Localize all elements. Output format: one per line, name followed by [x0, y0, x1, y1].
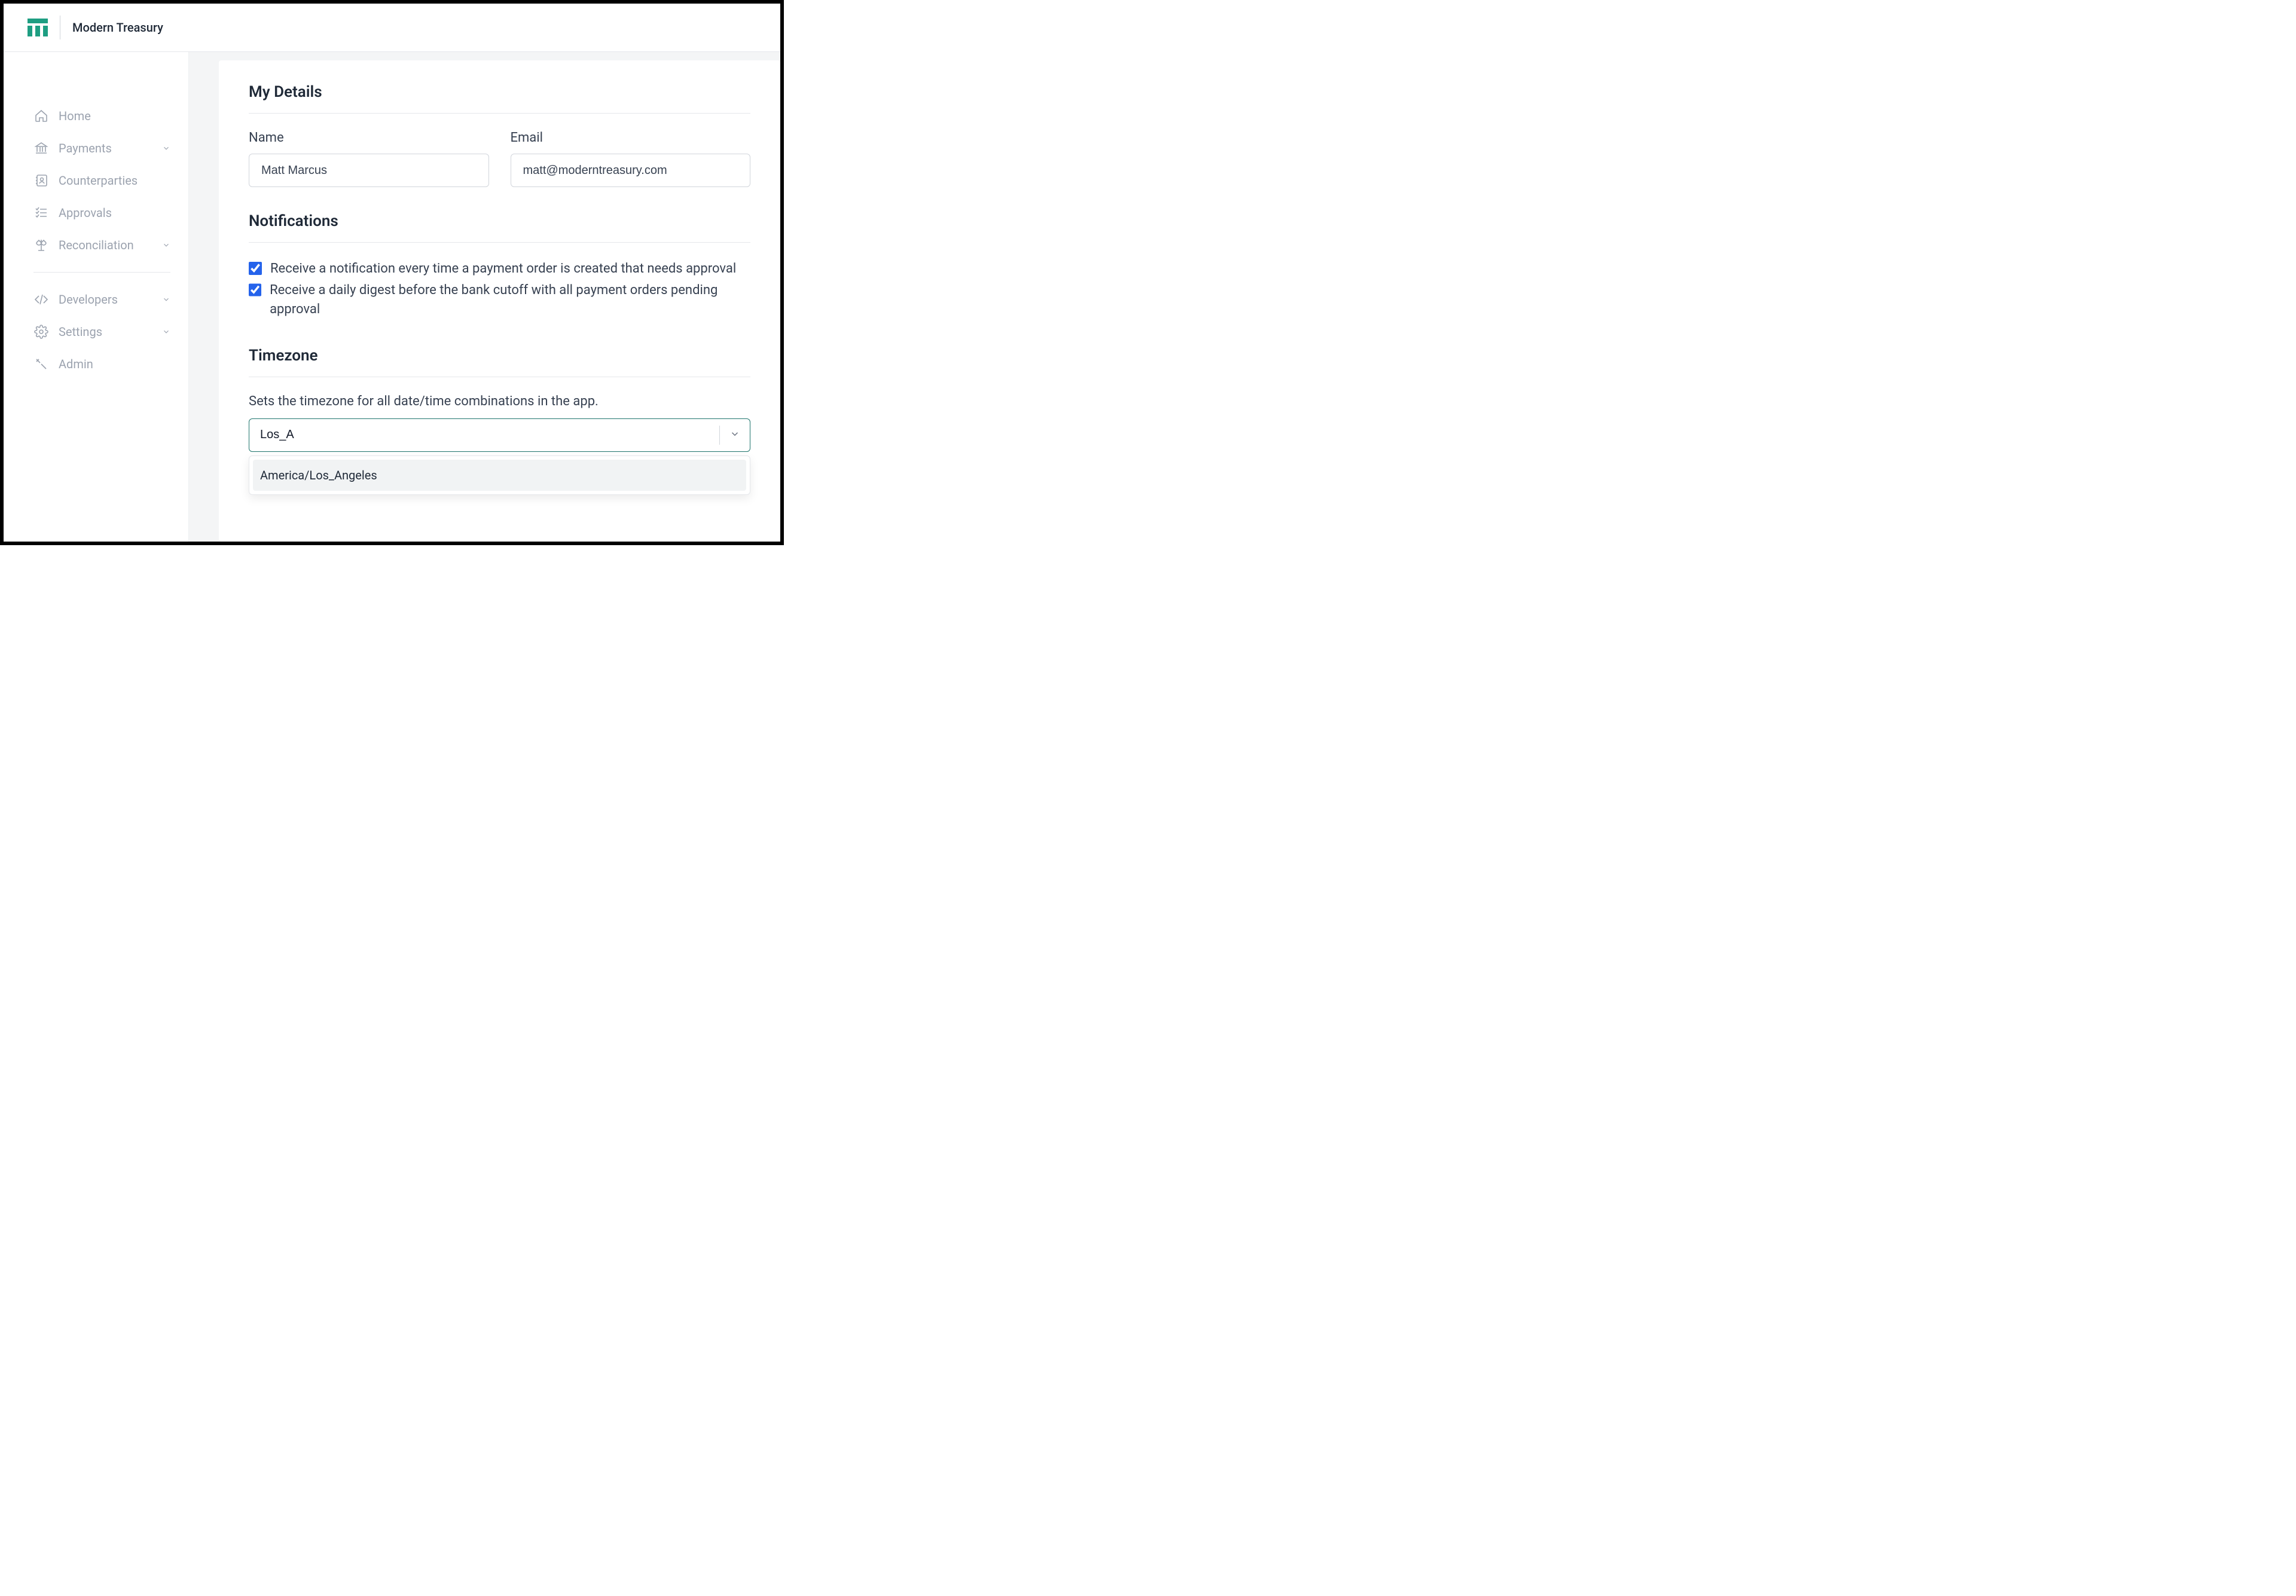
sidebar-item-home[interactable]: Home	[33, 100, 170, 132]
checklist-icon	[33, 205, 49, 221]
sidebar-item-label: Approvals	[59, 206, 112, 220]
brand-name: Modern Treasury	[72, 20, 163, 35]
scales-icon	[33, 237, 49, 253]
logo-icon	[28, 19, 48, 36]
chevron-down-icon	[729, 429, 740, 442]
sidebar-item-label: Home	[59, 109, 91, 123]
chevron-down-icon	[162, 292, 170, 307]
screwdriver-icon	[33, 356, 49, 372]
email-label: Email	[511, 130, 751, 145]
topbar: Modern Treasury	[4, 4, 780, 52]
contacts-icon	[33, 173, 49, 188]
notification-checkbox-1[interactable]	[249, 262, 262, 275]
section-rule	[249, 113, 750, 114]
notification-label-2: Receive a daily digest before the bank c…	[270, 281, 750, 319]
email-field-group: Email	[511, 130, 751, 187]
gear-icon	[33, 324, 49, 340]
brand: Modern Treasury	[28, 16, 163, 39]
timezone-input-wrap	[249, 418, 750, 452]
name-input[interactable]	[249, 154, 489, 187]
section-title-my-details: My Details	[249, 83, 750, 101]
section-rule	[249, 242, 750, 243]
notification-checkbox-2[interactable]	[249, 283, 261, 296]
sidebar-item-label: Payments	[59, 141, 112, 155]
sidebar-item-payments[interactable]: Payments	[33, 132, 170, 164]
chevron-down-icon	[162, 141, 170, 155]
details-form-row: Name Email	[249, 130, 750, 187]
sidebar-separator	[33, 272, 170, 273]
notification-option-2: Receive a daily digest before the bank c…	[249, 281, 750, 319]
notification-option-1: Receive a notification every time a paym…	[249, 259, 750, 279]
sidebar-item-settings[interactable]: Settings	[33, 316, 170, 348]
notification-label-1: Receive a notification every time a paym…	[270, 259, 736, 279]
section-title-timezone: Timezone	[249, 347, 750, 365]
timezone-dropdown: America/Los_Angeles	[249, 455, 750, 495]
sidebar-item-developers[interactable]: Developers	[33, 283, 170, 316]
email-input[interactable]	[511, 154, 751, 187]
timezone-combobox: America/Los_Angeles	[249, 418, 750, 452]
chevron-down-icon	[162, 238, 170, 252]
timezone-option[interactable]: America/Los_Angeles	[253, 460, 746, 491]
home-icon	[33, 108, 49, 124]
chevron-down-icon	[162, 325, 170, 339]
sidebar-item-admin[interactable]: Admin	[33, 348, 170, 380]
sidebar-item-label: Counterparties	[59, 173, 138, 188]
timezone-dropdown-toggle[interactable]	[720, 429, 750, 442]
timezone-input[interactable]	[249, 419, 719, 451]
sidebar-item-label: Reconciliation	[59, 238, 134, 252]
section-title-notifications: Notifications	[249, 212, 750, 230]
name-label: Name	[249, 130, 489, 145]
bank-icon	[33, 140, 49, 156]
name-field-group: Name	[249, 130, 489, 187]
sidebar-item-label: Developers	[59, 292, 118, 307]
timezone-description: Sets the timezone for all date/time comb…	[249, 394, 750, 409]
settings-card: My Details Name Email Notifications Rece…	[219, 60, 780, 542]
sidebar-item-label: Settings	[59, 325, 102, 339]
sidebar-item-label: Admin	[59, 357, 93, 371]
sidebar-item-counterparties[interactable]: Counterparties	[33, 164, 170, 197]
sidebar: Home Payments Counterparties Approvals	[4, 52, 189, 542]
sidebar-item-reconciliation[interactable]: Reconciliation	[33, 229, 170, 261]
main-content: My Details Name Email Notifications Rece…	[189, 52, 780, 542]
sidebar-item-approvals[interactable]: Approvals	[33, 197, 170, 229]
code-icon	[33, 292, 49, 307]
